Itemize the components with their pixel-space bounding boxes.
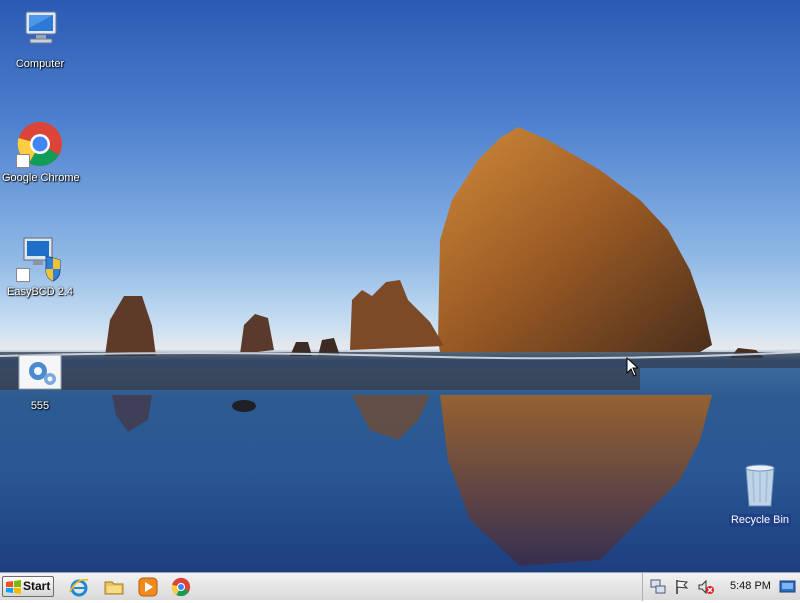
network-icon[interactable] bbox=[649, 578, 667, 596]
wallpaper bbox=[0, 127, 800, 566]
shortcut-arrow-icon bbox=[16, 154, 30, 168]
show-desktop-button[interactable] bbox=[779, 579, 796, 595]
desktop-icon-recycle-bin[interactable]: Recycle Bin bbox=[720, 462, 800, 528]
desktop-icon-google-chrome[interactable]: Google Chrome bbox=[0, 120, 80, 186]
shortcut-arrow-icon bbox=[16, 268, 30, 282]
action-center-flag-icon[interactable] bbox=[673, 578, 691, 596]
desktop[interactable]: Computer Google Chrome EasyBCD 2.4 555 R… bbox=[0, 0, 800, 572]
desktop-icon-label: 555 bbox=[30, 400, 50, 412]
clock[interactable]: 5:48 PM bbox=[730, 580, 771, 592]
recycle-bin-icon bbox=[736, 462, 784, 510]
start-label: Start bbox=[23, 579, 51, 593]
system-tray bbox=[642, 573, 800, 601]
start-button[interactable]: Start bbox=[2, 576, 54, 597]
file-explorer-icon[interactable] bbox=[103, 576, 125, 598]
desktop-icon-label: Recycle Bin bbox=[728, 514, 792, 527]
mouse-pointer-icon bbox=[626, 357, 638, 377]
desktop-icon-easybcd[interactable]: EasyBCD 2.4 bbox=[0, 234, 80, 300]
volume-muted-icon[interactable] bbox=[697, 578, 715, 596]
desktop-icon-label: Google Chrome bbox=[2, 172, 80, 184]
chrome-icon[interactable] bbox=[170, 576, 192, 598]
media-player-icon[interactable] bbox=[137, 576, 159, 598]
taskbar: Start 5:48 PM bbox=[0, 572, 800, 601]
desktop-icon-label: EasyBCD 2.4 bbox=[6, 286, 74, 298]
easybcd-icon bbox=[16, 234, 64, 282]
chrome-icon bbox=[16, 120, 64, 168]
desktop-icon-555[interactable]: 555 bbox=[0, 354, 80, 414]
desktop-icon-computer[interactable]: Computer bbox=[0, 6, 80, 72]
gear-settings-icon bbox=[18, 354, 62, 390]
windows-flag-icon bbox=[6, 580, 21, 594]
internet-explorer-icon[interactable] bbox=[68, 576, 90, 598]
computer-icon bbox=[16, 6, 64, 54]
desktop-icon-label: Computer bbox=[15, 58, 65, 70]
